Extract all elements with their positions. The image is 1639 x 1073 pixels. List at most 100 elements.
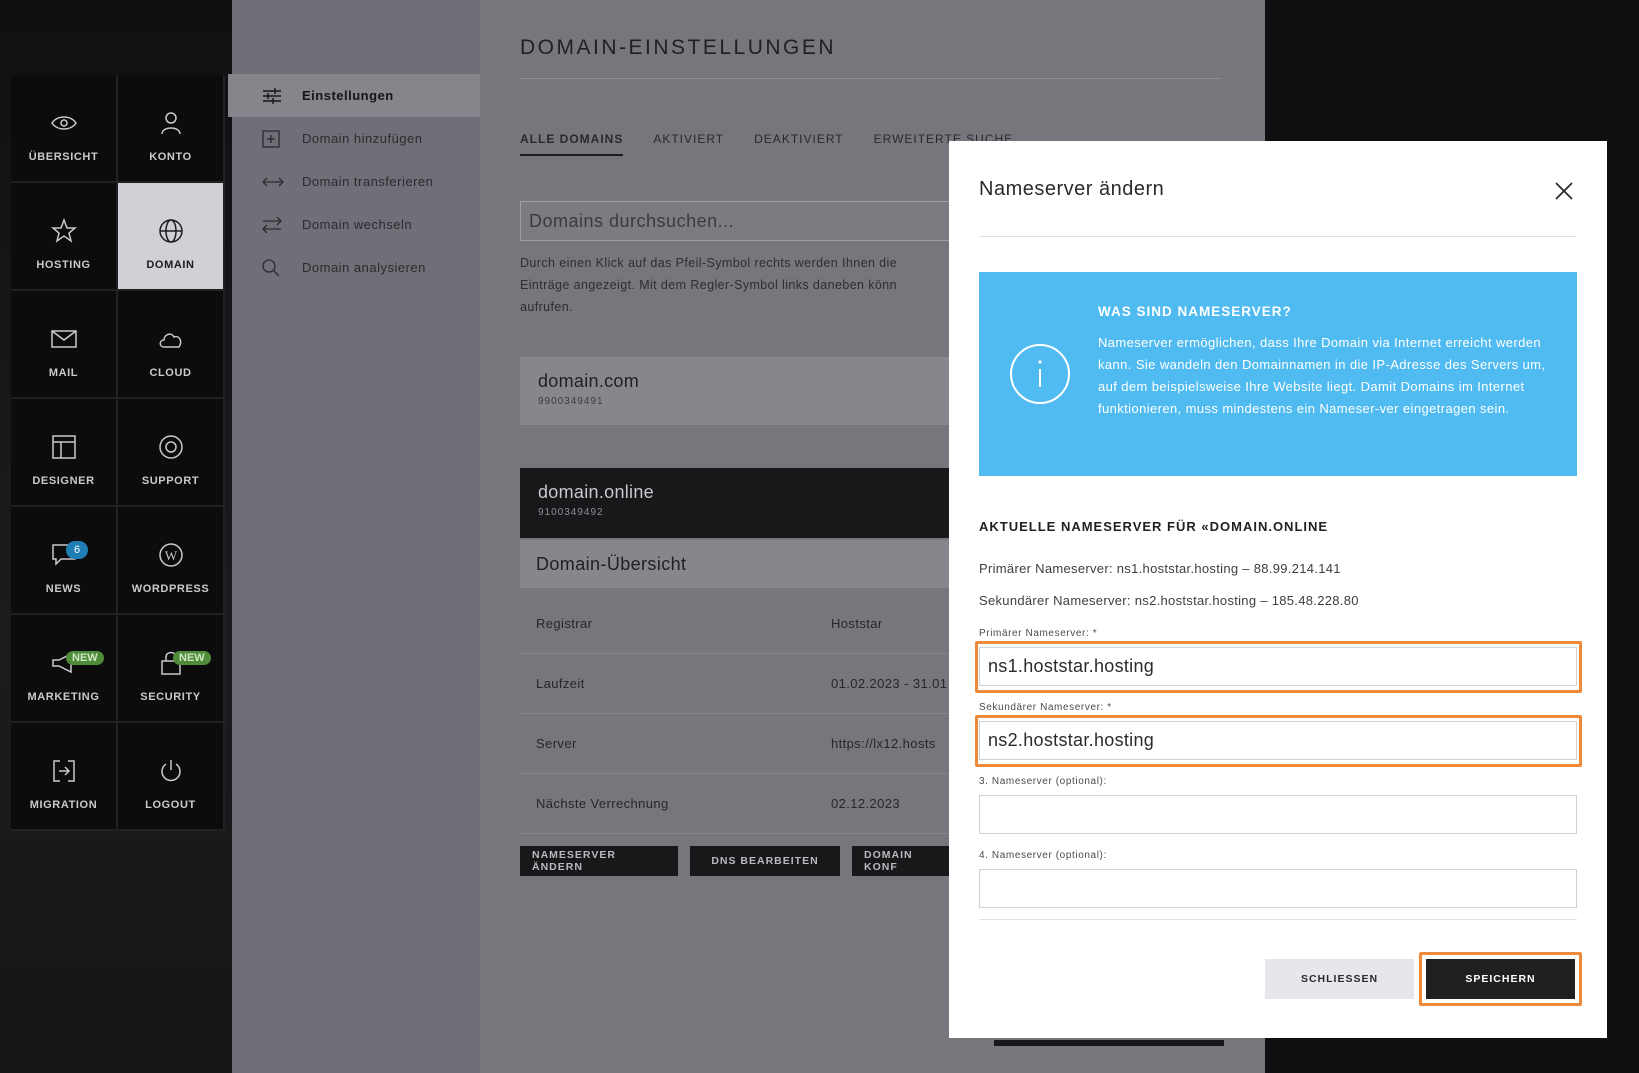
row-value: https://lx12.hosts [831, 736, 936, 751]
tile-label: WORDPRESS [131, 583, 210, 595]
tile-label: LOGOUT [145, 799, 196, 811]
subnav-label: Domain wechseln [302, 217, 413, 232]
nameserver-aendern-button[interactable]: NAMESERVER ÄNDERN [520, 846, 678, 876]
secondary-nameserver-input[interactable] [979, 721, 1577, 760]
page-title: DOMAIN-EINSTELLUNGEN [520, 36, 837, 59]
field-label: 4. Nameserver (optional): [979, 850, 1107, 861]
search-icon [262, 258, 284, 277]
row-key: Server [536, 736, 577, 751]
tile-label: CLOUD [149, 367, 192, 379]
domain-actions: NAMESERVER ÄNDERN DNS BEARBEITEN DOMAIN … [520, 846, 962, 876]
tile-label: MARKETING [27, 691, 100, 703]
tile-label: DESIGNER [32, 475, 95, 487]
cloud-icon [157, 325, 185, 353]
sidebar-tile-mail[interactable]: MAIL [11, 291, 118, 399]
new-badge: NEW [173, 651, 211, 665]
tile-label: SUPPORT [141, 475, 200, 487]
field-label: Primärer Nameserver: * [979, 628, 1098, 639]
sidebar-tile-cloud[interactable]: CLOUD [118, 291, 225, 399]
section-title: AKTUELLE NAMESERVER FÜR «DOMAIN.ONLINE [979, 519, 1329, 534]
help-text: Durch einen Klick auf das Pfeil-Symbol r… [520, 256, 898, 314]
tab-alle-domains[interactable]: ALLE DOMAINS [520, 132, 624, 156]
row-value: Hoststar [831, 616, 883, 631]
current-primary: Primärer Nameserver: ns1.hoststar.hostin… [979, 561, 1341, 576]
eye-icon [50, 109, 78, 137]
power-icon [157, 757, 185, 785]
subnav-item-analysieren[interactable]: Domain analysieren [232, 246, 480, 289]
sidebar-tile-wordpress[interactable]: W WORDPRESS [118, 507, 225, 615]
sliders-icon [262, 87, 284, 104]
primary-nameserver-input[interactable] [979, 647, 1577, 686]
svg-text:W: W [164, 548, 177, 563]
info-icon [1009, 343, 1071, 405]
sidebar-tile-logout[interactable]: LOGOUT [118, 723, 225, 831]
star-icon [50, 217, 78, 245]
sidebar-tile-security[interactable]: NEW SECURITY [118, 615, 225, 723]
sidebar-tile-domain[interactable]: DOMAIN [118, 183, 225, 291]
sidebar-tile-migration[interactable]: MIGRATION [11, 723, 118, 831]
divider [979, 919, 1577, 920]
info-text: Nameserver ermöglichen, dass Ihre Domain… [1098, 335, 1546, 416]
tile-label: HOSTING [36, 259, 91, 271]
fourth-nameserver-input[interactable] [979, 869, 1577, 908]
subnav-label: Einstellungen [302, 88, 394, 103]
tile-label: MAIL [48, 367, 79, 379]
tile-label: MIGRATION [29, 799, 98, 811]
tab-aktiviert[interactable]: AKTIVIERT [653, 132, 724, 156]
news-count-badge: 6 [66, 541, 88, 559]
subnav-item-hinzufuegen[interactable]: Domain hinzufügen [232, 117, 480, 160]
current-secondary: Sekundärer Nameserver: ns2.hoststar.host… [979, 593, 1359, 608]
row-value: 02.12.2023 [831, 796, 901, 811]
row-value: 01.02.2023 - 31.01 [831, 676, 948, 691]
divider [979, 236, 1577, 237]
tile-label: ÜBERSICHT [28, 151, 99, 163]
lifebuoy-icon [157, 433, 185, 461]
subnav-item-wechseln[interactable]: Domain wechseln [232, 203, 480, 246]
domain-tabs: ALLE DOMAINS AKTIVIERT DEAKTIVIERT ERWEI… [520, 132, 1013, 156]
tab-deaktiviert[interactable]: DEAKTIVIERT [754, 132, 843, 156]
tile-label: SECURITY [140, 691, 201, 703]
domain-subnav: Einstellungen Domain hinzufügen Domain t… [228, 0, 480, 1073]
arrows-horizontal-icon [262, 176, 284, 188]
sidebar-tile-news[interactable]: 6 NEWS [11, 507, 118, 615]
tile-label: NEWS [45, 583, 82, 595]
subnav-label: Domain hinzufügen [302, 131, 423, 146]
field-label: 3. Nameserver (optional): [979, 776, 1107, 787]
divider [520, 78, 1222, 79]
layout-icon [50, 433, 78, 461]
sidebar-tile-hosting[interactable]: HOSTING [11, 183, 118, 291]
modal-title: Nameserver ändern [979, 178, 1165, 200]
close-icon[interactable] [1552, 179, 1576, 203]
row-key: Registrar [536, 616, 593, 631]
subnav-label: Domain transferieren [302, 174, 434, 189]
field-label: Sekundärer Nameserver: * [979, 702, 1112, 713]
third-nameserver-input[interactable] [979, 795, 1577, 834]
sidebar-tile-support[interactable]: SUPPORT [118, 399, 225, 507]
plus-square-icon [262, 129, 284, 148]
nameserver-modal: Nameserver ändern WAS SIND NAMESERVER? N… [949, 141, 1607, 1038]
tile-label: DOMAIN [146, 259, 195, 271]
subnav-label: Domain analysieren [302, 260, 426, 275]
subnav-item-einstellungen[interactable]: Einstellungen [228, 74, 480, 117]
domain-konfigurieren-button[interactable]: DOMAIN KONF [852, 846, 962, 876]
schliessen-button[interactable]: SCHLIESSEN [1265, 959, 1414, 999]
mail-icon [50, 325, 78, 353]
sidebar-tile-designer[interactable]: DESIGNER [11, 399, 118, 507]
new-badge: NEW [66, 651, 104, 665]
wordpress-icon: W [157, 541, 185, 569]
row-key: Laufzeit [536, 676, 585, 691]
info-heading: WAS SIND NAMESERVER? [1098, 304, 1292, 319]
speichern-button[interactable]: SPEICHERN [1426, 959, 1575, 999]
tile-label: KONTO [149, 151, 192, 163]
subnav-item-transferieren[interactable]: Domain transferieren [232, 160, 480, 203]
sidebar-tile-uebersicht[interactable]: ÜBERSICHT [11, 75, 118, 183]
main-sidebar: ÜBERSICHT KONTO HOSTING DOMAIN MAIL CLOU… [11, 75, 225, 831]
swap-icon [262, 216, 284, 233]
user-icon [157, 109, 185, 137]
sidebar-tile-konto[interactable]: KONTO [118, 75, 225, 183]
hidden-button-edge [994, 1040, 1224, 1046]
dns-bearbeiten-button[interactable]: DNS BEARBEITEN [690, 846, 840, 876]
sidebar-tile-marketing[interactable]: NEW MARKETING [11, 615, 118, 723]
globe-icon [157, 217, 185, 245]
migration-icon [50, 757, 78, 785]
